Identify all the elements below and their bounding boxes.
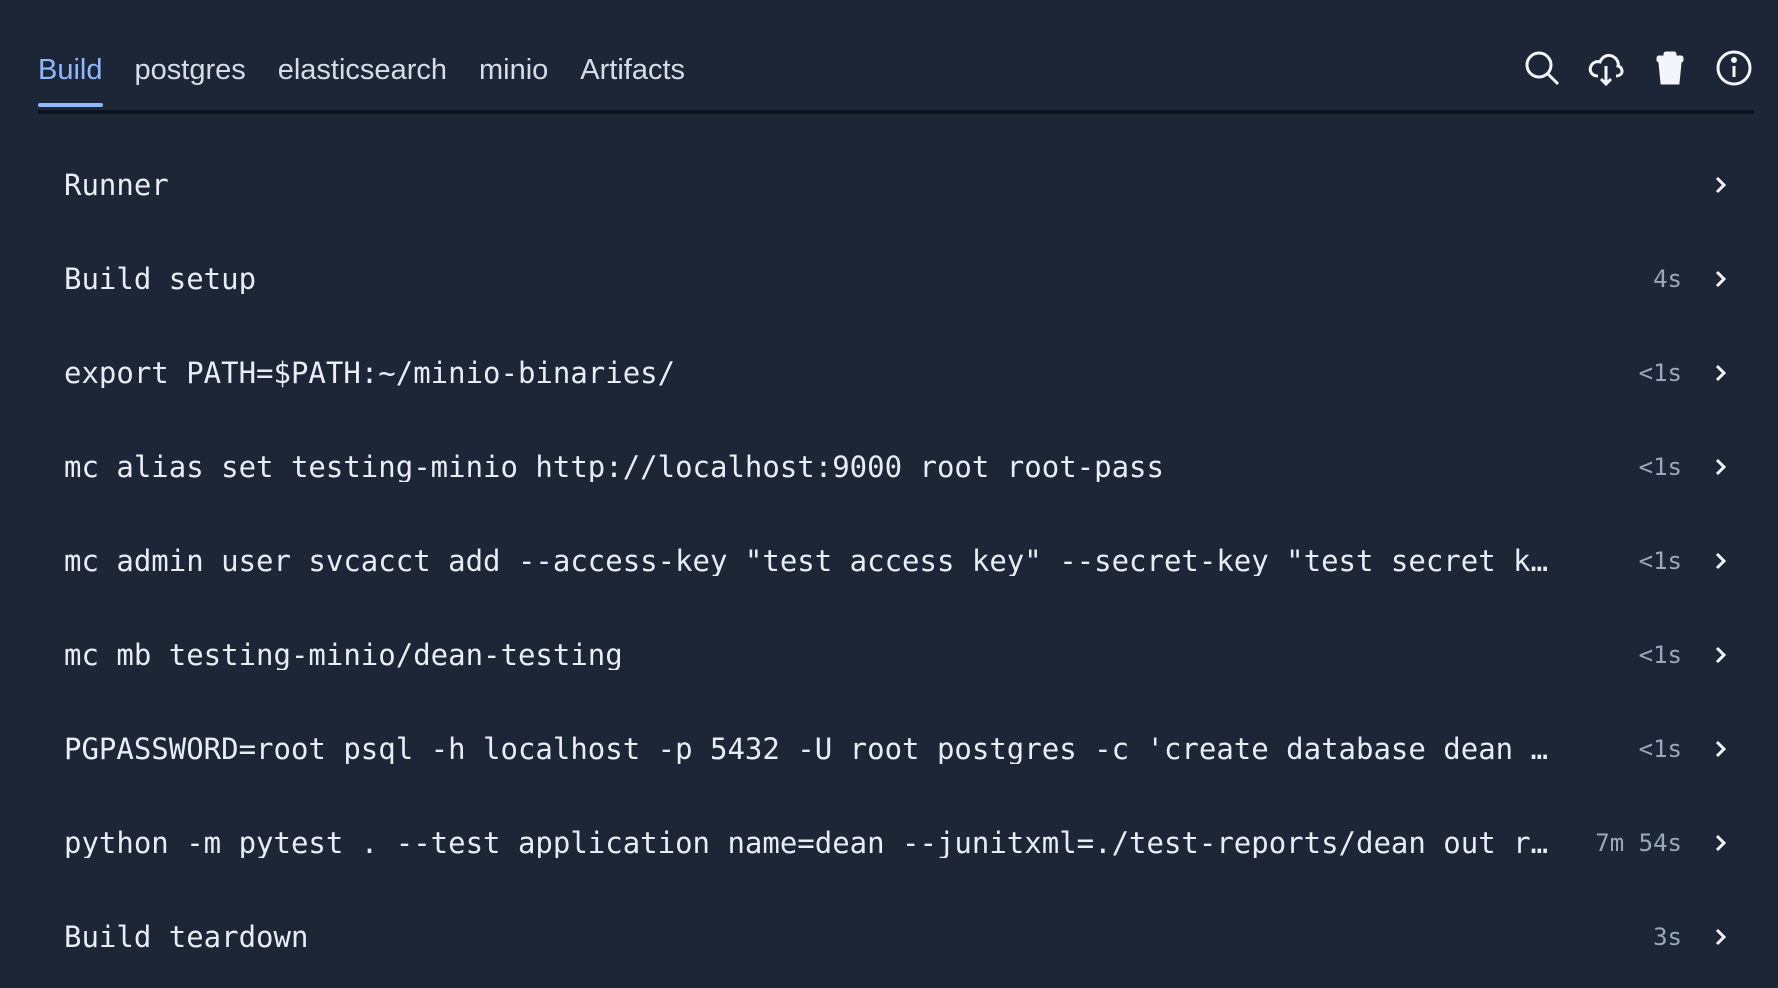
chevron-right-icon (1708, 925, 1732, 949)
chevron-right-icon (1708, 549, 1732, 573)
step-label: python -m pytest . --test_application_na… (64, 828, 1554, 858)
step-label: PGPASSWORD=root psql -h localhost -p 543… (64, 734, 1554, 764)
step-row[interactable]: Build setup 4s (38, 232, 1754, 326)
tab-minio[interactable]: minio (479, 56, 548, 103)
chevron-right-icon (1708, 455, 1732, 479)
step-row[interactable]: mc mb testing-minio/dean-testing <1s (38, 608, 1754, 702)
step-label: Build teardown (64, 922, 309, 952)
step-row[interactable]: python -m pytest . --test_application_na… (38, 796, 1754, 890)
step-duration: <1s (1638, 641, 1682, 669)
step-duration: <1s (1638, 359, 1682, 387)
chevron-right-icon (1708, 737, 1732, 761)
tab-postgres[interactable]: postgres (135, 56, 246, 103)
step-label: mc mb testing-minio/dean-testing (64, 640, 623, 670)
step-duration: <1s (1638, 735, 1682, 763)
tab-bar: Build postgres elasticsearch minio Artif… (38, 56, 685, 107)
tab-artifacts[interactable]: Artifacts (580, 56, 685, 103)
trash-icon (1656, 51, 1684, 85)
step-label: mc admin user svcacct add --access-key "… (64, 546, 1554, 576)
step-label: Runner (64, 170, 169, 200)
step-label: Build setup (64, 264, 257, 294)
chevron-right-icon (1708, 267, 1732, 291)
step-row[interactable]: mc alias set testing-minio http://localh… (38, 420, 1754, 514)
step-row[interactable]: export PATH=$PATH:~/minio-binaries/ <1s (38, 326, 1754, 420)
toolbar-actions (1522, 48, 1754, 88)
step-label: export PATH=$PATH:~/minio-binaries/ (64, 358, 676, 388)
step-row[interactable]: mc admin user svcacct add --access-key "… (38, 514, 1754, 608)
step-duration: 4s (1653, 265, 1682, 293)
tab-build[interactable]: Build (38, 56, 103, 107)
info-button[interactable] (1714, 48, 1754, 88)
cloud-download-icon (1588, 53, 1624, 87)
step-duration: <1s (1638, 453, 1682, 481)
top-bar: Build postgres elasticsearch minio Artif… (38, 0, 1754, 114)
chevron-right-icon (1708, 831, 1732, 855)
step-row[interactable]: Runner (38, 138, 1754, 232)
step-duration: 3s (1653, 923, 1682, 951)
info-icon (1716, 50, 1752, 86)
step-row[interactable]: Build teardown 3s (38, 890, 1754, 984)
delete-button[interactable] (1650, 48, 1690, 88)
step-label: mc alias set testing-minio http://localh… (64, 452, 1164, 482)
build-steps-list: Runner Build setup 4s export PATH=$PATH:… (38, 138, 1754, 984)
search-button[interactable] (1522, 48, 1562, 88)
step-duration: <1s (1638, 547, 1682, 575)
download-button[interactable] (1586, 48, 1626, 88)
chevron-right-icon (1708, 173, 1732, 197)
chevron-right-icon (1708, 361, 1732, 385)
search-icon (1525, 51, 1560, 86)
chevron-right-icon (1708, 643, 1732, 667)
step-duration: 7m 54s (1595, 829, 1682, 857)
step-row[interactable]: PGPASSWORD=root psql -h localhost -p 543… (38, 702, 1754, 796)
tab-elasticsearch[interactable]: elasticsearch (278, 56, 447, 103)
